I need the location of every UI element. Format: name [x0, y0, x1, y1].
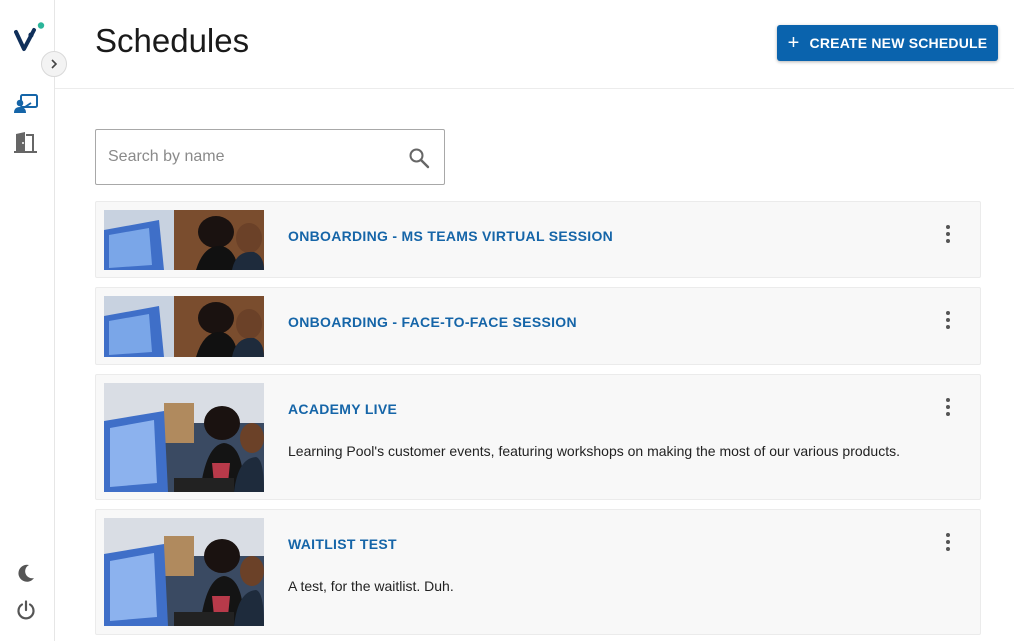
more-vert-icon [946, 225, 950, 229]
more-vert-icon [946, 311, 950, 315]
more-options-button[interactable] [938, 222, 958, 246]
page-header: Schedules + CREATE NEW SCHEDULE [55, 0, 1014, 89]
search-box [95, 129, 445, 185]
app-logo[interactable] [14, 22, 48, 56]
sidebar-expand-button[interactable] [41, 51, 67, 77]
presentation-icon [14, 94, 38, 113]
schedule-title-link[interactable]: ONBOARDING - MS TEAMS VIRTUAL SESSION [288, 228, 613, 244]
schedule-thumbnail [104, 296, 264, 357]
schedule-title-link[interactable]: ACADEMY LIVE [288, 401, 397, 417]
dark-mode-toggle[interactable] [13, 561, 39, 585]
chevron-right-icon [51, 59, 58, 69]
schedule-card[interactable]: WAITLIST TEST A test, for the waitlist. … [95, 509, 981, 635]
schedule-thumbnail [104, 210, 264, 270]
schedule-card[interactable]: ACADEMY LIVE Learning Pool's customer ev… [95, 374, 981, 500]
schedule-card[interactable]: ONBOARDING - MS TEAMS VIRTUAL SESSION [95, 201, 981, 278]
schedule-title-link[interactable]: ONBOARDING - FACE-TO-FACE SESSION [288, 314, 577, 330]
schedule-card[interactable]: ONBOARDING - FACE-TO-FACE SESSION [95, 287, 981, 365]
schedule-thumbnail [104, 518, 264, 626]
page-title: Schedules [95, 22, 250, 59]
schedule-thumbnail [104, 383, 264, 492]
power-icon [17, 600, 35, 620]
sidebar [0, 0, 67, 641]
more-options-button[interactable] [938, 530, 958, 554]
more-options-button[interactable] [938, 308, 958, 332]
create-new-schedule-button[interactable]: + CREATE NEW SCHEDULE [777, 25, 998, 61]
more-vert-icon [946, 398, 950, 402]
more-options-button[interactable] [938, 395, 958, 419]
sidebar-item-schedules[interactable] [13, 92, 39, 116]
app-root: Schedules + CREATE NEW SCHEDULE Search b… [0, 0, 1014, 641]
search-input[interactable] [108, 130, 398, 184]
schedule-title-link[interactable]: WAITLIST TEST [288, 536, 397, 552]
plus-icon: + [787, 32, 800, 54]
create-new-schedule-label: CREATE NEW SCHEDULE [809, 35, 988, 51]
more-vert-icon [946, 533, 950, 537]
schedule-description: Learning Pool's customer events, featuri… [288, 443, 900, 459]
logout-button[interactable] [13, 598, 39, 622]
sidebar-item-rooms[interactable] [13, 130, 39, 154]
search-icon[interactable] [408, 147, 430, 169]
moon-icon [18, 564, 34, 582]
schedule-description: A test, for the waitlist. Duh. [288, 578, 454, 594]
door-icon [14, 132, 37, 153]
